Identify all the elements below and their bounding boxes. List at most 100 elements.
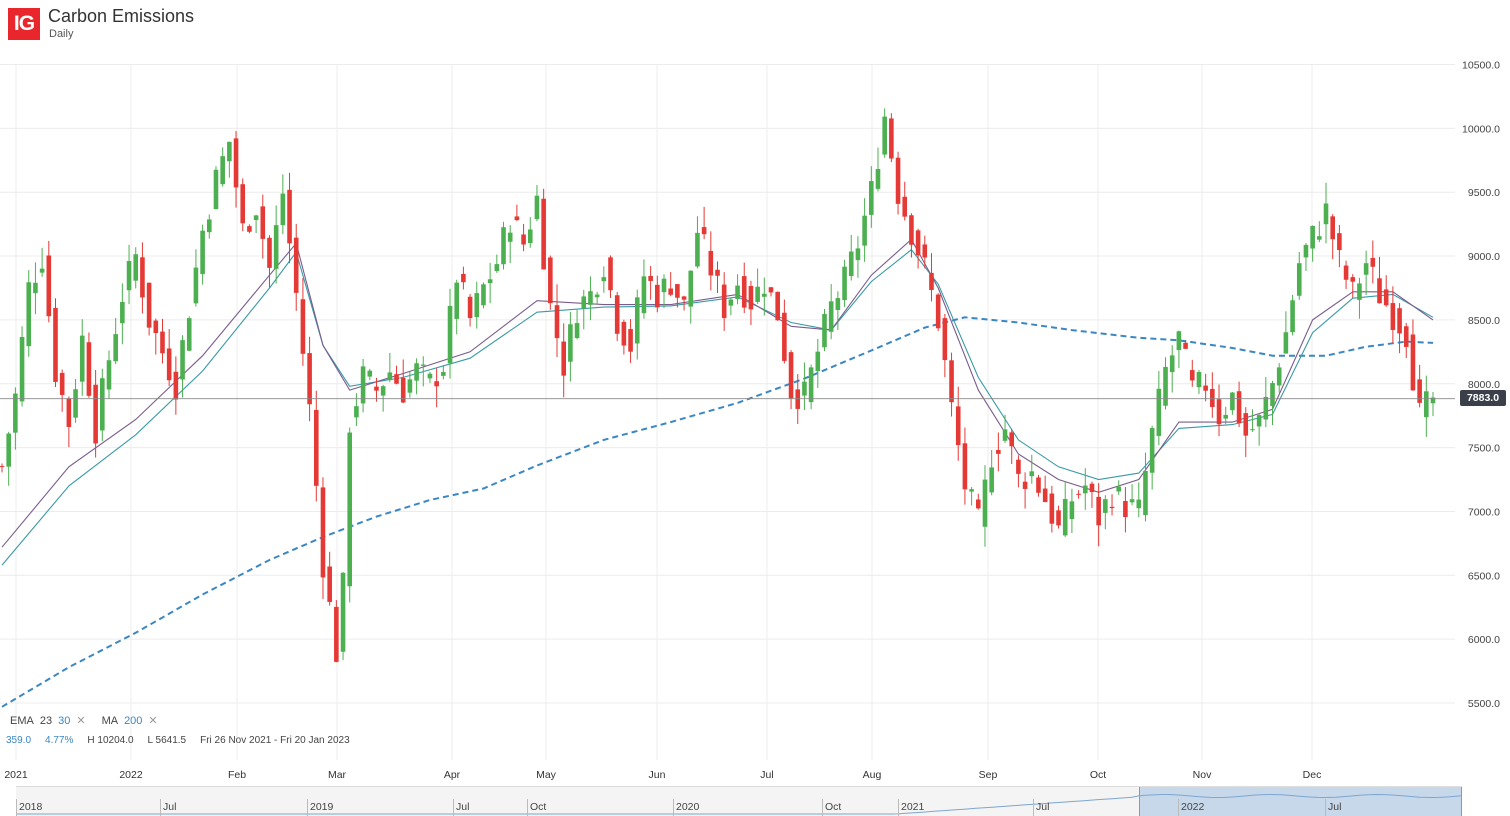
candle-down: [1350, 277, 1356, 282]
candle-up: [26, 282, 32, 347]
y-tick-label: 8000.0: [1468, 379, 1500, 391]
candle-down: [1210, 388, 1215, 408]
candle-up: [688, 270, 694, 307]
ema-short-period[interactable]: 23: [40, 715, 52, 727]
candle-down: [996, 450, 1001, 454]
remove-ema-icon[interactable]: ✕: [76, 714, 85, 727]
candle-up: [354, 406, 359, 418]
candle-down: [775, 291, 780, 321]
candle-down: [327, 566, 332, 602]
candle-up: [1116, 486, 1122, 492]
candle-up: [39, 268, 45, 273]
candle-down: [1109, 506, 1115, 509]
candle-up: [494, 264, 500, 272]
x-tick-label: Feb: [228, 769, 246, 781]
y-axis: 5500.0 6000.0 6500.0 7000.0 7500.0 8000.0 8500…: [1462, 60, 1500, 711]
remove-ma-icon[interactable]: ✕: [148, 714, 157, 727]
candle-up: [1082, 485, 1088, 494]
candle-down: [240, 184, 246, 224]
candle-down: [1330, 216, 1335, 240]
candle-up: [574, 323, 580, 339]
navigator-tick: [527, 799, 528, 816]
navigator-tick: [673, 799, 674, 816]
candle-down: [1337, 233, 1342, 251]
candle-up: [1143, 470, 1148, 516]
candle-down: [614, 295, 620, 334]
candle-up: [1276, 367, 1282, 386]
candle-up: [868, 181, 874, 215]
candle-down: [1183, 342, 1188, 349]
candle-up: [1069, 501, 1075, 520]
candle-down: [1036, 477, 1041, 493]
candle-down: [1089, 483, 1095, 493]
candle-up: [1136, 499, 1142, 509]
navigator-sparkline: [16, 793, 1462, 815]
candle-down: [334, 606, 339, 662]
candle-up: [501, 227, 506, 265]
y-tick-label: 9000.0: [1468, 251, 1500, 263]
candle-up: [1163, 366, 1168, 406]
candle-down: [1236, 391, 1242, 424]
candle-down: [675, 284, 680, 298]
candle-up: [875, 169, 881, 189]
candle-up: [387, 372, 393, 380]
candle-up: [420, 364, 426, 366]
candle-up: [340, 572, 346, 652]
candle-up: [273, 225, 279, 269]
navigator-label: Jul: [456, 801, 470, 813]
time-navigator[interactable]: 2018 Jul 2019 Jul Oct 2020 Oct 2021 Jul 2022 Jul: [16, 786, 1462, 816]
y-tick-label: 6000.0: [1468, 634, 1500, 646]
candle-down: [889, 118, 894, 159]
candle-up: [1002, 429, 1008, 441]
candle-up: [180, 340, 185, 380]
candle-down: [708, 250, 714, 276]
candle-down: [86, 342, 92, 396]
candle-down: [93, 384, 98, 444]
candle-down: [140, 257, 145, 298]
candle-up: [126, 261, 132, 291]
candle-up: [1223, 414, 1229, 419]
x-tick-label: Sep: [979, 769, 998, 781]
candle-down: [788, 352, 794, 399]
candle-up: [1156, 388, 1162, 436]
price-chart[interactable]: 5500.0 6000.0 6500.0 7000.0 7500.0 8000.0 8500…: [0, 0, 1510, 815]
candle-up: [1250, 429, 1255, 431]
last-price-badge: 7883.0: [1460, 390, 1506, 406]
candle-up: [568, 324, 573, 362]
candle-up: [73, 389, 78, 418]
y-tick-label: 10500.0: [1462, 60, 1500, 72]
navigator-tick: [1033, 799, 1034, 816]
ma-period[interactable]: 200: [124, 715, 142, 727]
x-tick-label: Jul: [760, 769, 773, 781]
y-tick-label: 8500.0: [1468, 315, 1500, 327]
candle-down: [1383, 289, 1389, 306]
navigator-tick: [160, 799, 161, 816]
candle-up: [360, 366, 366, 404]
candle-down: [434, 381, 439, 387]
candle-down: [1216, 399, 1222, 425]
candle-up: [815, 351, 821, 372]
navigator-label: Oct: [825, 801, 842, 813]
candle-down: [1243, 413, 1249, 436]
candle-up: [1196, 371, 1202, 388]
candle-up: [1363, 263, 1369, 275]
candle-down: [461, 273, 466, 283]
candle-down: [514, 216, 520, 221]
candle-down: [782, 312, 787, 361]
candle-down: [561, 341, 567, 376]
x-tick-label: Nov: [1193, 769, 1212, 781]
candle-down: [173, 371, 179, 400]
candle-down: [153, 320, 159, 334]
ema-long-period[interactable]: 30: [58, 715, 70, 727]
candle-down: [748, 286, 754, 310]
chart-grid: [0, 64, 1455, 760]
y-tick-label: 6500.0: [1468, 570, 1500, 582]
candle-up: [1263, 396, 1269, 420]
candle-down: [247, 226, 252, 232]
candle-down: [300, 299, 306, 354]
navigator-label: 2020: [676, 801, 700, 813]
navigator-label: 2021: [901, 801, 925, 813]
candle-down: [548, 257, 553, 304]
navigator-label: Jul: [163, 801, 177, 813]
candle-up: [380, 386, 386, 396]
